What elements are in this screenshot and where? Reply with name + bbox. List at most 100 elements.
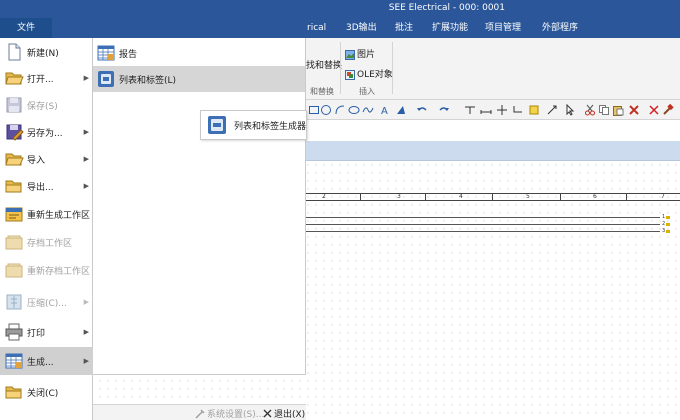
printer-icon [5,323,23,341]
system-settings-button[interactable]: 系统设置(S)... [195,407,264,420]
component-tool-icon[interactable] [528,104,540,116]
ribbon-tabs: 文件 rical 3D输出 批注 扩展功能 项目管理 外部程序 [0,18,680,38]
submenu-item-report[interactable]: 报告 [93,40,305,66]
find-replace-group-label: 和替换 [310,87,334,96]
ribbon-separator [392,42,393,94]
menu-item-close[interactable]: 关闭(C) [0,378,93,406]
ole-object-button[interactable]: OLE对象 [345,67,393,80]
tab-partial[interactable]: rical [307,18,326,38]
save-icon [6,97,22,113]
backstage-bottom-bar: 系统设置(S)... 退出(X) [93,404,306,420]
submenu-arrow-icon: ▶ [83,182,89,190]
menu-item-regenerate-workspace[interactable]: 重新生成工作区 [0,200,93,228]
ruler-number: 4 [459,193,463,200]
flyout-label: 列表和标签生成器 [234,121,307,132]
ruler-tick [360,194,361,200]
select-tool-icon[interactable] [564,104,576,116]
menu-item-save[interactable]: 保存(S) [0,91,93,119]
ruler-number: 3 [397,193,401,200]
wire-terminal [666,216,670,219]
menu-item-rearchive-workspace[interactable]: 重新存档工作区 [0,256,93,284]
wire-tool-icon[interactable] [464,104,476,116]
ruler-number: 5 [526,193,530,200]
wire-terminal [666,223,670,226]
exit-button[interactable]: 退出(X) [263,407,305,420]
picture-button[interactable]: 图片 [345,47,375,60]
report-icon [97,45,115,61]
ruler-tick [560,194,561,200]
menu-item-print[interactable]: 打印 ▶ [0,318,93,346]
tab-extensions[interactable]: 扩展功能 [432,18,468,38]
submenu-arrow-icon: ▶ [83,328,89,336]
redo-icon[interactable] [438,104,450,116]
find-replace-button[interactable]: 找和替换 [306,58,342,71]
submenu-arrow-icon: ▶ [83,74,89,82]
ruler-tick [425,194,426,200]
rectangle-tool-icon[interactable] [308,104,320,116]
window-title: SEE Electrical - 000: 0001 [388,3,505,13]
tab-3d-output[interactable]: 3D输出 [346,18,377,38]
ellipse-tool-icon[interactable] [348,104,360,116]
submenu-arrow-icon: ▶ [83,357,89,365]
title-bar: SEE Electrical - 000: 0001 [0,0,680,18]
close-folder-icon [5,386,22,399]
text-tool-icon[interactable]: A [380,104,392,116]
ole-object-icon [345,69,355,80]
menu-item-archive-workspace[interactable]: 存档工作区 [0,228,93,256]
undo-icon[interactable] [416,104,428,116]
ruler-tick [626,194,627,200]
delete-red-icon[interactable] [648,104,660,116]
list-label-generator-icon [208,116,226,134]
ruler-number: 6 [593,193,597,200]
tab-project-management[interactable]: 项目管理 [485,18,521,38]
menu-item-compress[interactable]: 压缩(C)... ▶ [0,288,93,316]
export-folder-icon [5,180,22,193]
wire-label: 1 [662,214,666,220]
copy-icon[interactable] [598,104,610,116]
wire-line[interactable] [300,224,660,225]
menu-item-generate[interactable]: 生成... ▶ [0,347,93,375]
submenu-arrow-icon: ▶ [83,298,89,306]
cut-icon[interactable] [584,104,596,116]
compress-icon [6,294,22,310]
generate-icon [5,353,23,369]
curve-tool-icon[interactable] [362,104,374,116]
hammer-icon[interactable] [662,104,674,116]
wire-line[interactable] [300,217,660,218]
submenu-item-list-label[interactable]: 列表和标签(L) [93,66,305,92]
menu-item-save-as[interactable]: 另存为... ▶ [0,118,93,146]
save-as-icon [6,124,24,141]
picture-icon [345,49,355,60]
exit-icon [263,409,272,418]
ruler-number: 2 [322,193,326,200]
menu-item-open[interactable]: 打开... ▶ [0,64,93,92]
delete-icon[interactable] [628,104,640,116]
rearchive-workspace-icon [5,263,23,278]
junction-tool-icon[interactable] [496,104,508,116]
wire-line[interactable] [300,231,660,232]
paste-icon[interactable] [612,104,624,116]
arc-tool-icon[interactable] [334,104,346,116]
menu-item-export[interactable]: 导出... ▶ [0,172,93,200]
tab-external-programs[interactable]: 外部程序 [542,18,578,38]
open-folder-icon [5,72,24,85]
generate-submenu: 报告 列表和标签(L) [93,38,306,375]
menu-item-import[interactable]: 导入 ▶ [0,145,93,173]
insert-group-label: 插入 [359,87,375,96]
fill-tool-icon[interactable] [395,104,407,116]
wire-label: 2 [662,221,666,227]
tab-annotate[interactable]: 批注 [395,18,413,38]
list-label-icon [98,71,114,87]
bend-tool-icon[interactable] [512,104,524,116]
import-folder-icon [5,153,24,166]
ribbon-separator [340,42,341,94]
connect-tool-icon[interactable] [480,104,492,116]
circle-tool-icon[interactable] [320,104,332,116]
menu-item-new[interactable]: 新建(N) [0,38,93,66]
submenu-arrow-icon: ▶ [83,155,89,163]
wire-label: 3 [662,228,666,234]
marker-tool-icon[interactable] [546,104,558,116]
ruler-tick [492,194,493,200]
tab-file[interactable]: 文件 [0,18,52,38]
list-label-flyout[interactable]: 列表和标签生成器 [200,110,307,140]
